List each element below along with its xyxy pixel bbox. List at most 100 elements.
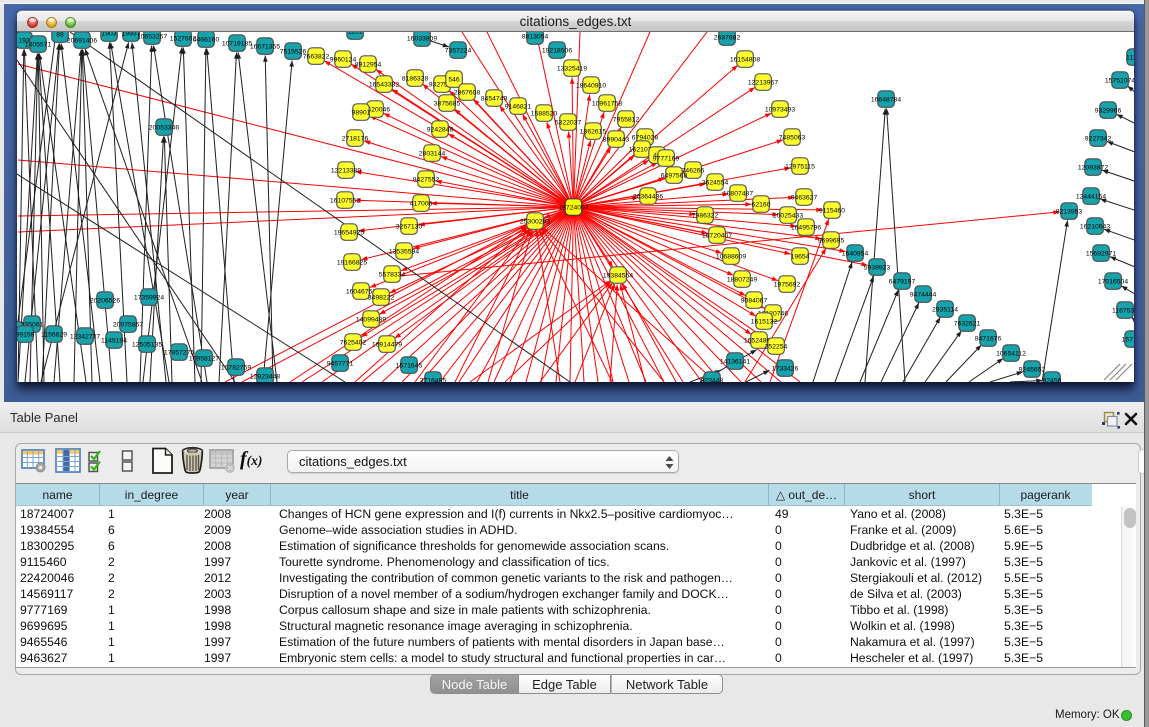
svg-text:1145194: 1145194 [101,338,127,345]
svg-text:9146821: 9146821 [505,104,532,111]
svg-text:2718176: 2718176 [342,136,369,143]
svg-text:3624554: 3624554 [702,180,729,187]
svg-text:1156829: 1156829 [41,332,67,339]
svg-text:15720407: 15720407 [702,233,732,240]
svg-text:12923448: 12923448 [250,374,280,381]
svg-text:12093872: 12093872 [1078,165,1108,172]
svg-text:546: 546 [448,77,460,84]
svg-text:8912954: 8912954 [355,62,382,69]
svg-text:5578334: 5578334 [379,272,406,279]
svg-text:8427552: 8427552 [413,177,440,184]
svg-text:7955812: 7955812 [613,117,640,124]
svg-text:10973493: 10973493 [765,107,795,114]
svg-text:5938923: 5938923 [864,265,891,272]
svg-text:6497568: 6497568 [661,173,688,180]
svg-text:19218506: 19218506 [542,48,572,55]
svg-text:10807487: 10807487 [723,191,753,198]
svg-text:7663822: 7663822 [303,54,330,61]
svg-text:8813054: 8813054 [522,34,549,41]
svg-text:10653267: 10653267 [137,34,167,41]
svg-text:1191: 1191 [348,32,363,36]
svg-text:20975867: 20975867 [113,322,143,329]
svg-text:9960124: 9960124 [330,57,357,64]
svg-text:10654112: 10654112 [996,351,1026,358]
svg-text:9242848: 9242848 [427,127,454,134]
svg-text:7357224: 7357224 [445,48,472,55]
svg-text:16543382: 16543382 [369,82,399,89]
svg-text:9777169: 9777169 [653,156,680,163]
svg-text:20691406: 20691406 [67,38,97,45]
svg-text:7625402: 7625402 [340,340,367,347]
svg-text:157164: 157164 [1122,337,1134,344]
svg-text:20206526: 20206526 [90,298,120,305]
svg-text:8990443: 8990443 [603,137,630,144]
svg-text:9245652: 9245652 [1019,367,1046,374]
svg-text:16648784: 16648784 [871,97,901,104]
svg-text:1733426: 1733426 [772,366,799,373]
svg-text:1903: 1903 [101,32,116,38]
svg-text:417006: 417006 [410,201,433,208]
svg-text:16914479: 16914479 [372,342,402,349]
svg-text:16495796: 16495796 [791,225,821,232]
svg-text:10719185: 10719185 [222,41,252,48]
svg-text:9474444: 9474444 [910,292,937,299]
svg-text:1405571: 1405571 [25,42,52,49]
svg-text:1588520: 1588520 [531,111,558,118]
svg-text:9084067: 9084067 [741,298,768,305]
svg-text:1167533: 1167533 [1112,308,1134,315]
svg-text:16782759: 16782759 [221,365,251,372]
svg-text:8454749: 8454749 [481,96,508,103]
svg-text:3716485: 3716485 [420,378,447,382]
svg-text:2867608: 2867608 [454,90,481,97]
svg-text:9115460: 9115460 [819,208,845,215]
svg-text:7485063: 7485063 [779,135,806,142]
svg-text:14099489: 14099489 [356,317,386,324]
svg-text:3875685: 3875685 [434,101,461,108]
svg-text:18724007: 18724007 [558,205,588,212]
svg-text:1571645: 1571645 [396,363,423,370]
svg-text:7632621: 7632621 [954,321,981,328]
svg-text:9463627: 9463627 [791,195,818,202]
svg-text:13325419: 13325419 [557,66,587,73]
svg-text:12444154: 12444154 [1076,194,1106,201]
svg-text:92456: 92456 [1043,378,1062,382]
svg-text:9227342: 9227342 [1085,136,1112,143]
svg-text:39159: 39159 [17,332,35,339]
svg-text:16033809: 16033809 [407,36,437,43]
svg-text:2803144: 2803144 [419,151,446,158]
svg-text:16107552: 16107552 [330,198,360,205]
svg-text:6479197: 6479197 [889,279,916,286]
svg-text:12213967: 12213967 [748,80,778,87]
svg-text:2687682: 2687682 [714,35,741,42]
svg-text:11124: 11124 [1126,55,1134,62]
svg-text:15692971: 15692971 [1086,251,1116,258]
svg-text:8213953: 8213953 [1056,209,1083,216]
svg-text:9329966: 9329966 [1095,108,1122,115]
svg-text:10688609: 10688609 [716,254,746,261]
svg-text:14136141: 14136141 [720,359,750,366]
svg-text:9699695: 9699695 [818,238,845,245]
svg-text:2935114: 2935114 [932,307,958,314]
svg-text:252254: 252254 [765,344,788,351]
svg-text:3267130: 3267130 [396,224,423,231]
svg-text:9457771: 9457771 [327,361,354,368]
svg-text:1362615: 1362615 [580,129,607,136]
svg-text:12975115: 12975115 [785,164,815,171]
svg-text:20364436: 20364436 [633,194,663,201]
svg-text:19166825: 19166825 [337,260,367,267]
svg-text:5322037: 5322037 [555,120,582,127]
svg-text:16671355: 16671355 [250,44,280,51]
svg-text:19654925: 19654925 [334,230,364,237]
svg-text:12505135: 12505135 [132,342,162,349]
svg-text:88: 88 [56,32,64,39]
svg-text:20053346: 20053346 [149,125,179,132]
svg-text:1640954: 1640954 [842,251,869,258]
svg-text:17359924: 17359924 [134,295,164,302]
svg-text:19384554: 19384554 [603,273,633,280]
svg-text:1615132: 1615132 [751,319,778,326]
svg-text:10961758: 10961758 [592,101,622,108]
svg-text:1975692: 1975692 [774,282,801,289]
svg-text:923448: 923448 [701,378,724,382]
svg-text:25300293: 25300293 [520,219,550,226]
svg-text:18807249: 18807249 [727,277,757,284]
